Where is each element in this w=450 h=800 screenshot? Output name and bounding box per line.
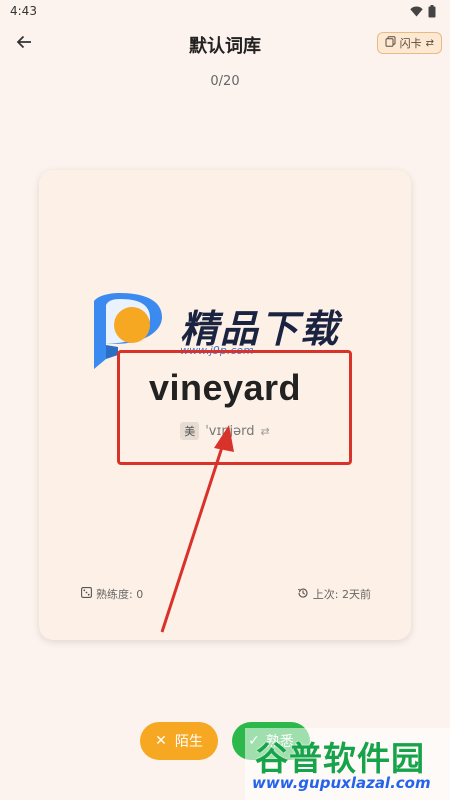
unfamiliar-button[interactable]: ✕ 陌生 — [140, 722, 218, 760]
corner-watermark-url: www.gupuxlazal.com — [252, 774, 431, 792]
corner-watermark-title: 谷普软件园 — [255, 739, 425, 778]
close-icon: ✕ — [155, 733, 167, 749]
unfamiliar-label: 陌生 — [174, 734, 203, 750]
annotation-arrow — [160, 425, 234, 633]
